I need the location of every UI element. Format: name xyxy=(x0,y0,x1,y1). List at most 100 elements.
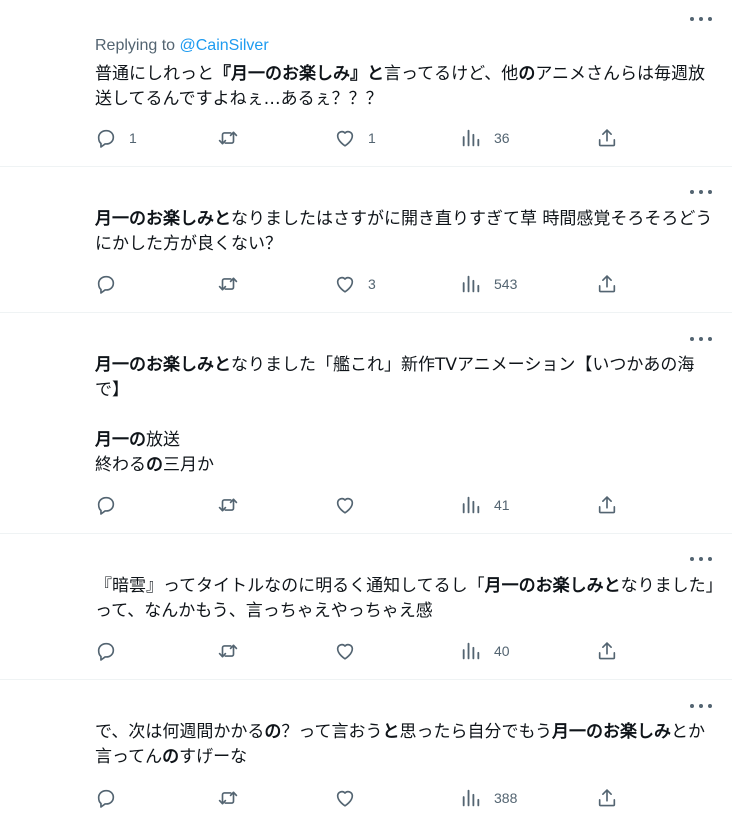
highlighted-text: の xyxy=(162,747,180,767)
share-button[interactable] xyxy=(596,126,618,150)
more-icon[interactable] xyxy=(690,12,712,26)
heart-icon xyxy=(334,640,356,662)
highlighted-text: 『月一のお楽しみ』と xyxy=(214,64,384,84)
share-button[interactable] xyxy=(596,272,618,296)
retweet-button[interactable] xyxy=(217,639,251,663)
views-count: 388 xyxy=(494,790,518,806)
highlighted-text: の xyxy=(146,455,163,475)
text-segment: ？って言おう xyxy=(281,722,383,742)
views-count: 40 xyxy=(494,643,510,659)
share-icon xyxy=(596,640,618,662)
share-icon xyxy=(596,127,618,149)
replying-to-handle[interactable]: @CainSilver xyxy=(180,37,269,54)
heart-icon xyxy=(334,787,356,809)
tweet-text: 普通にしれっと『月一のお楽しみ』と言ってるけど、他のアニメさんらは毎週放送してる… xyxy=(95,62,715,112)
reply-icon xyxy=(95,273,117,295)
tweet-1[interactable]: Replying to @CainSilver 普通にしれっと『月一のお楽しみ』… xyxy=(0,0,732,166)
highlighted-text: の xyxy=(264,722,282,742)
heart-icon xyxy=(334,494,356,516)
text-segment: 三月か xyxy=(163,455,214,475)
like-button[interactable]: 1 xyxy=(334,126,376,150)
more-icon[interactable] xyxy=(690,332,712,346)
share-icon xyxy=(596,787,618,809)
highlighted-text: 月一のお楽しみ xyxy=(551,722,671,742)
retweet-icon xyxy=(217,273,239,295)
retweet-icon xyxy=(217,494,239,516)
text-segment: 思ったら自分でもう xyxy=(399,722,552,742)
views-icon xyxy=(460,640,482,662)
views-icon xyxy=(460,494,482,516)
retweet-icon xyxy=(217,127,239,149)
views-button[interactable]: 40 xyxy=(460,639,510,663)
tweet-3[interactable]: 月一のお楽しみとなりました「艦これ」新作TVアニメーション【いつかあの海で】 月… xyxy=(0,313,732,533)
like-button[interactable] xyxy=(334,639,368,663)
views-icon xyxy=(460,273,482,295)
tweet-4[interactable]: 『暗雲』ってタイトルなのに明るく通知してるし「月一のお楽しみとなりました」って、… xyxy=(0,534,732,678)
replying-to: Replying to @CainSilver xyxy=(95,37,269,55)
reply-button[interactable] xyxy=(95,639,129,663)
more-icon[interactable] xyxy=(690,185,712,199)
heart-icon xyxy=(334,273,356,295)
text-segment: 普通にしれっと xyxy=(95,64,214,84)
views-count: 41 xyxy=(494,497,510,513)
more-icon[interactable] xyxy=(690,699,712,713)
views-button[interactable]: 543 xyxy=(460,272,517,296)
share-icon xyxy=(596,273,618,295)
more-icon[interactable] xyxy=(690,552,712,566)
reply-icon xyxy=(95,494,117,516)
text-segment: で、次は何週間かかる xyxy=(95,722,265,742)
text-segment: 『暗雲』ってタイトルなのに明るく通知してるし「 xyxy=(95,576,485,596)
reply-button[interactable]: 1 xyxy=(95,126,137,150)
tweet-actions: 41 xyxy=(95,493,635,517)
retweet-icon xyxy=(217,787,239,809)
like-button[interactable] xyxy=(334,493,368,517)
views-button[interactable]: 36 xyxy=(460,126,510,150)
text-segment: 言ってるけど、他 xyxy=(384,64,519,84)
retweet-icon xyxy=(217,640,239,662)
tweet-text: 月一のお楽しみとなりましたはさすがに開き直りすぎて草 時間感覚そろそろどうにかし… xyxy=(95,207,715,257)
reply-icon xyxy=(95,787,117,809)
views-icon xyxy=(460,127,482,149)
like-count: 3 xyxy=(368,276,376,292)
share-icon xyxy=(596,494,618,516)
like-button[interactable]: 3 xyxy=(334,272,376,296)
share-button[interactable] xyxy=(596,493,618,517)
reply-button[interactable] xyxy=(95,786,129,810)
text-segment: すげーな xyxy=(179,747,248,767)
views-button[interactable]: 388 xyxy=(460,786,517,810)
reply-button[interactable] xyxy=(95,272,129,296)
highlighted-text: 月一のお楽しみと xyxy=(95,209,231,229)
tweet-text: 月一のお楽しみとなりました「艦これ」新作TVアニメーション【いつかあの海で】 月… xyxy=(95,353,715,478)
highlighted-text: 月一の xyxy=(95,430,146,450)
tweet-actions: 1 1 36 xyxy=(95,126,635,150)
retweet-button[interactable] xyxy=(217,493,251,517)
views-button[interactable]: 41 xyxy=(460,493,510,517)
tweet-actions: 388 xyxy=(95,786,635,810)
tweet-text: で、次は何週間かかるの？って言おうと思ったら自分でもう月一のお楽しみとか言ってん… xyxy=(95,720,715,770)
like-button[interactable] xyxy=(334,786,368,810)
share-button[interactable] xyxy=(596,786,618,810)
highlighted-text: 月一のお楽しみと xyxy=(95,355,231,375)
views-count: 36 xyxy=(494,130,510,146)
highlighted-text: と xyxy=(382,722,400,742)
highlighted-text: 月一のお楽しみと xyxy=(484,576,621,596)
tweet-5[interactable]: で、次は何週間かかるの？って言おうと思ったら自分でもう月一のお楽しみとか言ってん… xyxy=(0,680,732,820)
retweet-button[interactable] xyxy=(217,272,251,296)
reply-icon xyxy=(95,127,117,149)
retweet-button[interactable] xyxy=(217,786,251,810)
tweet-text: 『暗雲』ってタイトルなのに明るく通知してるし「月一のお楽しみとなりました」って、… xyxy=(95,574,715,624)
tweet-2[interactable]: 月一のお楽しみとなりましたはさすがに開き直りすぎて草 時間感覚そろそろどうにかし… xyxy=(0,167,732,311)
replying-to-label: Replying to xyxy=(95,37,176,54)
reply-button[interactable] xyxy=(95,493,129,517)
tweet-actions: 3 543 xyxy=(95,272,635,296)
tweet-actions: 40 xyxy=(95,639,635,663)
highlighted-text: の xyxy=(518,64,536,84)
views-count: 543 xyxy=(494,276,518,292)
reply-count: 1 xyxy=(129,130,137,146)
retweet-button[interactable] xyxy=(217,126,251,150)
reply-icon xyxy=(95,640,117,662)
views-icon xyxy=(460,787,482,809)
share-button[interactable] xyxy=(596,639,618,663)
heart-icon xyxy=(334,127,356,149)
like-count: 1 xyxy=(368,130,376,146)
